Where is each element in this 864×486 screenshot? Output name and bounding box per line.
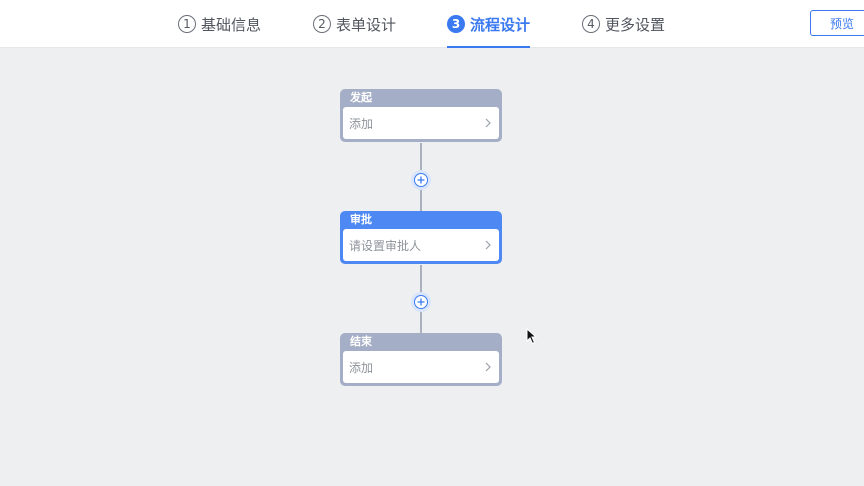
node-title: 结束 bbox=[350, 335, 372, 348]
step-tab-label: 流程设计 bbox=[469, 15, 530, 34]
plus-icon bbox=[414, 295, 428, 309]
step-tab-process-design[interactable]: 3 流程设计 bbox=[447, 0, 530, 48]
process-flow-canvas: 发起 添加 审批 请设置审批人 结束 添加 bbox=[0, 48, 864, 486]
chevron-right-icon bbox=[485, 362, 491, 372]
node-body[interactable]: 添加 bbox=[343, 107, 499, 139]
flow-node-start[interactable]: 发起 添加 bbox=[340, 89, 502, 142]
chevron-right-icon bbox=[485, 240, 491, 250]
node-placeholder: 请设置审批人 bbox=[349, 238, 422, 253]
step-tab-basic-info[interactable]: 1 基础信息 bbox=[178, 0, 261, 48]
step-tab-form-design[interactable]: 2 表单设计 bbox=[313, 0, 396, 48]
step-number-badge: 2 bbox=[313, 15, 331, 33]
chevron-right-icon bbox=[485, 118, 491, 128]
step-tab-more-settings[interactable]: 4 更多设置 bbox=[582, 0, 665, 48]
flow-node-approver[interactable]: 审批 请设置审批人 bbox=[340, 211, 502, 264]
node-placeholder: 添加 bbox=[349, 116, 374, 131]
step-tab-label: 基础信息 bbox=[201, 15, 262, 34]
step-tab-label: 更多设置 bbox=[605, 15, 666, 34]
step-number-badge: 3 bbox=[447, 15, 465, 33]
mouse-pointer-icon bbox=[526, 327, 538, 349]
step-number-badge: 1 bbox=[178, 15, 196, 33]
step-number-badge: 4 bbox=[582, 15, 600, 33]
step-header: 1 基础信息 2 表单设计 3 流程设计 4 更多设置 预览 bbox=[0, 0, 864, 48]
step-tab-label: 表单设计 bbox=[336, 15, 397, 34]
flow-node-end[interactable]: 结束 添加 bbox=[340, 333, 502, 386]
node-placeholder: 添加 bbox=[349, 360, 374, 375]
node-title: 审批 bbox=[350, 213, 372, 226]
preview-button[interactable]: 预览 bbox=[810, 10, 864, 36]
node-body[interactable]: 请设置审批人 bbox=[343, 229, 499, 261]
node-body[interactable]: 添加 bbox=[343, 351, 499, 383]
plus-icon bbox=[414, 173, 428, 187]
add-node-button[interactable] bbox=[411, 292, 431, 312]
add-node-button[interactable] bbox=[411, 170, 431, 190]
node-title: 发起 bbox=[350, 91, 372, 104]
